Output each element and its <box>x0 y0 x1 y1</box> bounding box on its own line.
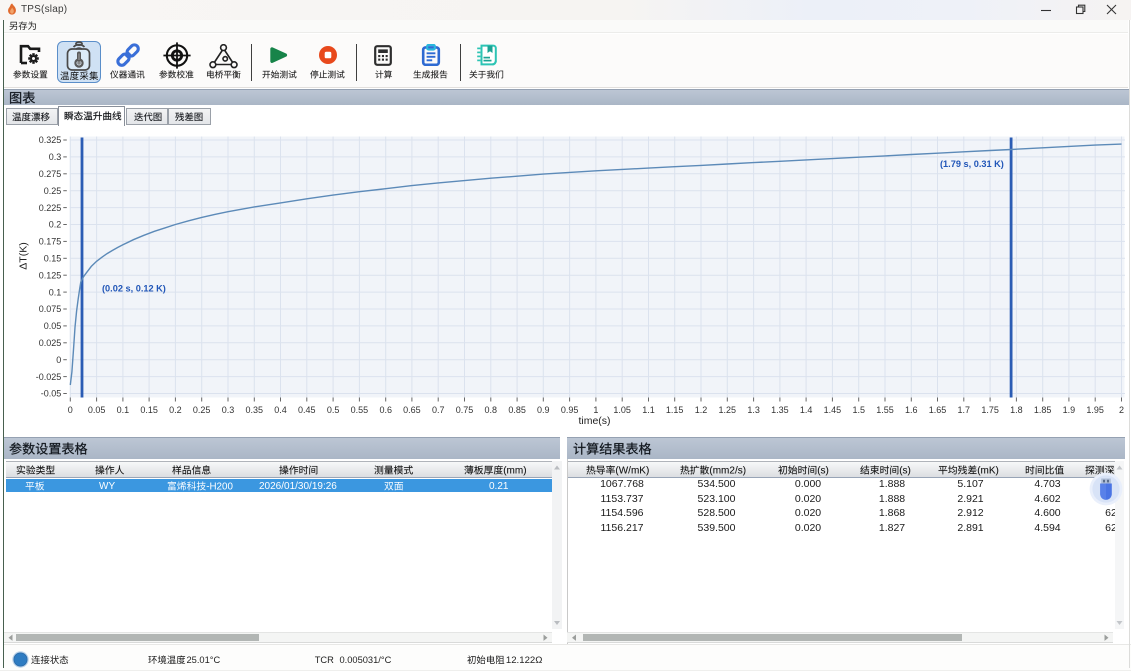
svg-text:2: 2 <box>729 465 735 476</box>
svg-text:0: 0 <box>68 405 73 415</box>
svg-text:0.2: 0.2 <box>169 405 182 415</box>
svg-text:0.325: 0.325 <box>39 135 62 145</box>
svg-text:0.6: 0.6 <box>379 405 392 415</box>
svg-text:1.25: 1.25 <box>719 405 737 415</box>
svg-text:2: 2 <box>216 481 221 492</box>
svg-text:m: m <box>515 465 523 476</box>
svg-text:0.45: 0.45 <box>298 405 316 415</box>
svg-text:1.9: 1.9 <box>1063 405 1076 415</box>
svg-text:1.1: 1.1 <box>642 405 655 415</box>
svg-text:0.075: 0.075 <box>39 304 62 314</box>
svg-text:0.75: 0.75 <box>456 405 474 415</box>
svg-text:W: W <box>619 465 629 476</box>
svg-text:0.15: 0.15 <box>44 254 62 264</box>
svg-text:1.6: 1.6 <box>905 405 918 415</box>
svg-text:1.15: 1.15 <box>666 405 684 415</box>
svg-text:1.05: 1.05 <box>613 405 631 415</box>
svg-text:0.05: 0.05 <box>88 405 106 415</box>
svg-text:1.45: 1.45 <box>824 405 842 415</box>
svg-text:1.3: 1.3 <box>747 405 760 415</box>
svg-text:1.8: 1.8 <box>1010 405 1023 415</box>
svg-text:): ) <box>523 465 526 476</box>
svg-text:(0.02 s, 0.12 K): (0.02 s, 0.12 K) <box>102 284 166 294</box>
svg-text:1.95: 1.95 <box>1086 405 1104 415</box>
svg-text:0.65: 0.65 <box>403 405 421 415</box>
svg-text:0.05: 0.05 <box>44 321 62 331</box>
svg-text:): ) <box>646 465 649 476</box>
svg-text:0.8: 0.8 <box>485 405 498 415</box>
svg-text:1.85: 1.85 <box>1034 405 1052 415</box>
svg-text:2: 2 <box>1119 405 1124 415</box>
svg-text:0.25: 0.25 <box>193 405 211 415</box>
svg-text:0.85: 0.85 <box>508 405 526 415</box>
svg-text:): ) <box>825 465 828 476</box>
svg-text:0.4: 0.4 <box>274 405 287 415</box>
svg-text:0: 0 <box>221 481 227 492</box>
svg-text:0.1: 0.1 <box>117 405 130 415</box>
svg-text:0.1: 0.1 <box>49 287 62 297</box>
svg-text:s: s <box>903 465 908 476</box>
svg-text:0.2: 0.2 <box>49 220 62 230</box>
svg-text:H: H <box>209 481 216 492</box>
svg-text:m: m <box>980 465 988 476</box>
svg-text:1.35: 1.35 <box>771 405 789 415</box>
svg-text:0.125: 0.125 <box>39 270 62 280</box>
svg-text:0: 0 <box>56 355 61 365</box>
svg-text:m: m <box>721 465 729 476</box>
svg-text:s: s <box>820 465 825 476</box>
svg-text:1.5: 1.5 <box>852 405 865 415</box>
svg-text:1.65: 1.65 <box>929 405 947 415</box>
svg-text:): ) <box>908 465 911 476</box>
svg-text:-0.05: -0.05 <box>41 389 62 399</box>
svg-text:K: K <box>640 465 647 476</box>
svg-text:0.225: 0.225 <box>39 203 62 213</box>
svg-text:0.275: 0.275 <box>39 169 62 179</box>
svg-text:0.9: 0.9 <box>537 405 550 415</box>
svg-text:1.7: 1.7 <box>958 405 971 415</box>
svg-text:0.95: 0.95 <box>561 405 579 415</box>
svg-text:(1.79 s, 0.31 K): (1.79 s, 0.31 K) <box>940 159 1004 169</box>
svg-text:1.2: 1.2 <box>695 405 708 415</box>
svg-text:0.25: 0.25 <box>44 186 62 196</box>
svg-text:): ) <box>743 465 746 476</box>
svg-text:0.3: 0.3 <box>222 405 235 415</box>
svg-text:0.55: 0.55 <box>351 405 369 415</box>
svg-text:-: - <box>206 481 209 492</box>
svg-text:m: m <box>506 465 514 476</box>
svg-text:-0.025: -0.025 <box>36 372 62 382</box>
svg-text:0.3: 0.3 <box>49 152 62 162</box>
svg-text:1.4: 1.4 <box>800 405 813 415</box>
svg-text:s: s <box>738 465 743 476</box>
svg-text:0.025: 0.025 <box>39 338 62 348</box>
svg-text:): ) <box>995 465 998 476</box>
svg-text:/: / <box>628 465 631 476</box>
svg-text:0.15: 0.15 <box>140 405 158 415</box>
svg-text:1: 1 <box>593 405 598 415</box>
svg-text:time(s): time(s) <box>578 415 610 427</box>
svg-text:/: / <box>735 465 738 476</box>
svg-text:ΔT(K): ΔT(K) <box>18 242 30 269</box>
svg-text:m: m <box>631 465 639 476</box>
svg-text:0.7: 0.7 <box>432 405 445 415</box>
svg-text:m: m <box>713 465 721 476</box>
svg-text:0.35: 0.35 <box>246 405 264 415</box>
svg-text:0: 0 <box>227 481 233 492</box>
svg-text:0.5: 0.5 <box>327 405 340 415</box>
svg-text:K: K <box>988 465 995 476</box>
svg-text:0.175: 0.175 <box>39 237 62 247</box>
svg-text:1.75: 1.75 <box>981 405 999 415</box>
svg-text:1.55: 1.55 <box>876 405 894 415</box>
